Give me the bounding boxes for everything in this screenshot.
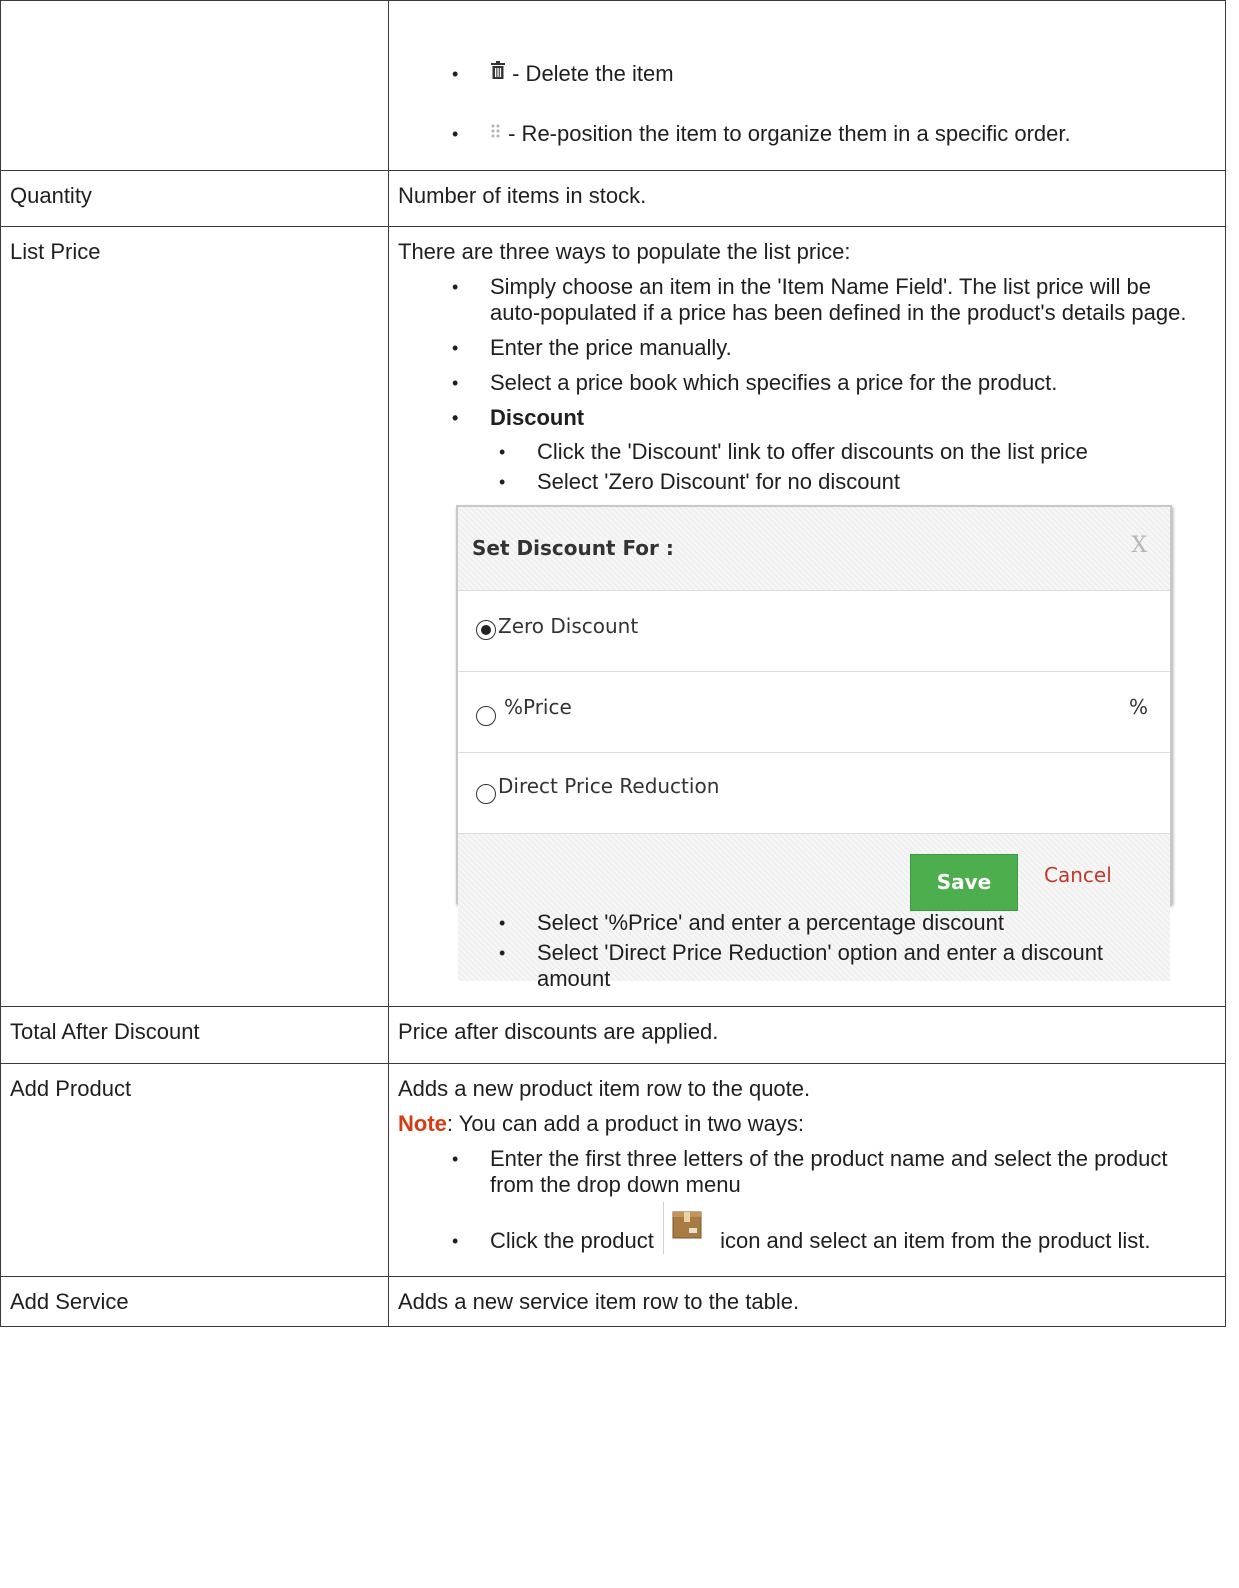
description-cell: Adds a new service item row to the table… (388, 1276, 1226, 1327)
table-row: - Delete the item - Re-position the item… (0, 0, 1226, 171)
field-label: Add Service (10, 1289, 129, 1314)
description-cell: Adds a new product item row to the quote… (388, 1063, 1226, 1277)
option-percent-price[interactable]: %Price % (458, 672, 1170, 753)
description-text: Number of items in stock. (398, 183, 647, 208)
table-row: Quantity Number of items in stock. (0, 170, 1226, 227)
list-item: Select 'Zero Discount' for no discount (398, 469, 1215, 495)
bullet-text: - Re-position the item to organize them … (502, 121, 1071, 146)
field-description-table: - Delete the item - Re-position the item… (0, 0, 1226, 1327)
list-item: Simply choose an item in the 'Item Name … (398, 274, 1215, 326)
percent-suffix: % (1128, 695, 1148, 719)
bullet-text: Click the product (490, 1228, 660, 1253)
list-item: Click the 'Discount' link to offer disco… (398, 439, 1215, 465)
description-cell: - Delete the item - Re-position the item… (388, 0, 1226, 171)
description-cell: There are three ways to populate the lis… (388, 226, 1226, 1007)
field-cell: Total After Discount (0, 1006, 389, 1064)
list-item: - Delete the item (398, 61, 1215, 87)
option-zero-discount[interactable]: Zero Discount (458, 591, 1170, 672)
radio-percent-price[interactable] (476, 706, 496, 726)
table-row: Add Service Adds a new service item row … (0, 1276, 1226, 1327)
field-label (1, 1, 388, 13)
drag-handle-icon (490, 121, 502, 147)
description-text: Adds a new product item row to the quote… (398, 1076, 811, 1101)
note-text: : You can add a product in two ways: (446, 1111, 805, 1136)
field-label: Add Product (10, 1076, 132, 1101)
option-label: %Price (504, 695, 572, 719)
field-cell: Quantity (0, 170, 389, 227)
save-button[interactable]: Save (910, 854, 1018, 911)
note-line: Note: You can add a product in two ways: (398, 1111, 1215, 1137)
radio-direct-price-reduction[interactable] (476, 784, 496, 804)
bullet-text: - Delete the item (506, 61, 674, 86)
field-label: Quantity (10, 183, 92, 208)
list-item: Click the product icon and select an ite… (398, 1202, 1215, 1258)
option-label: Zero Discount (498, 614, 639, 638)
table-row: Add Product Adds a new product item row … (0, 1063, 1226, 1277)
list-item: Discount (398, 405, 1215, 431)
option-label: Direct Price Reduction (498, 774, 720, 798)
description-cell: Price after discounts are applied. (388, 1006, 1226, 1064)
table-row: List Price There are three ways to popul… (0, 226, 1226, 1007)
field-cell: Add Service (0, 1276, 389, 1327)
list-item: Enter the price manually. (398, 335, 1215, 361)
description-text: There are three ways to populate the lis… (398, 239, 851, 264)
list-item: Select 'Direct Price Reduction' option a… (398, 940, 1215, 992)
product-box-icon[interactable] (660, 1202, 714, 1258)
list-item: Enter the first three letters of the pro… (398, 1146, 1215, 1198)
dialog-header: Set Discount For : X (458, 507, 1170, 591)
description-text: Adds a new service item row to the table… (398, 1289, 800, 1314)
discount-dialog: Set Discount For : X Zero Discount %Pric… (456, 505, 1172, 981)
list-item: Select a price book which specifies a pr… (398, 370, 1215, 396)
field-cell (0, 0, 389, 171)
close-icon[interactable]: X (1131, 533, 1147, 559)
radio-zero-discount[interactable] (476, 620, 496, 640)
note-label: Note (398, 1111, 447, 1136)
list-item: - Re-position the item to organize them … (398, 121, 1215, 147)
option-direct-price-reduction[interactable]: Direct Price Reduction (458, 753, 1170, 834)
field-label: List Price (10, 239, 101, 264)
description-text: Price after discounts are applied. (398, 1019, 719, 1044)
bullet-text: icon and select an item from the product… (713, 1228, 1151, 1253)
field-label: Total After Discount (10, 1019, 200, 1044)
list-item: Select '%Price' and enter a percentage d… (398, 910, 1215, 936)
table-row: Total After Discount Price after discoun… (0, 1006, 1226, 1064)
field-cell: List Price (0, 226, 389, 1007)
dialog-title: Set Discount For : (472, 536, 674, 560)
cancel-button[interactable]: Cancel (1044, 862, 1112, 888)
field-cell: Add Product (0, 1063, 389, 1277)
trash-icon (490, 61, 506, 87)
description-cell: Number of items in stock. (388, 170, 1226, 227)
